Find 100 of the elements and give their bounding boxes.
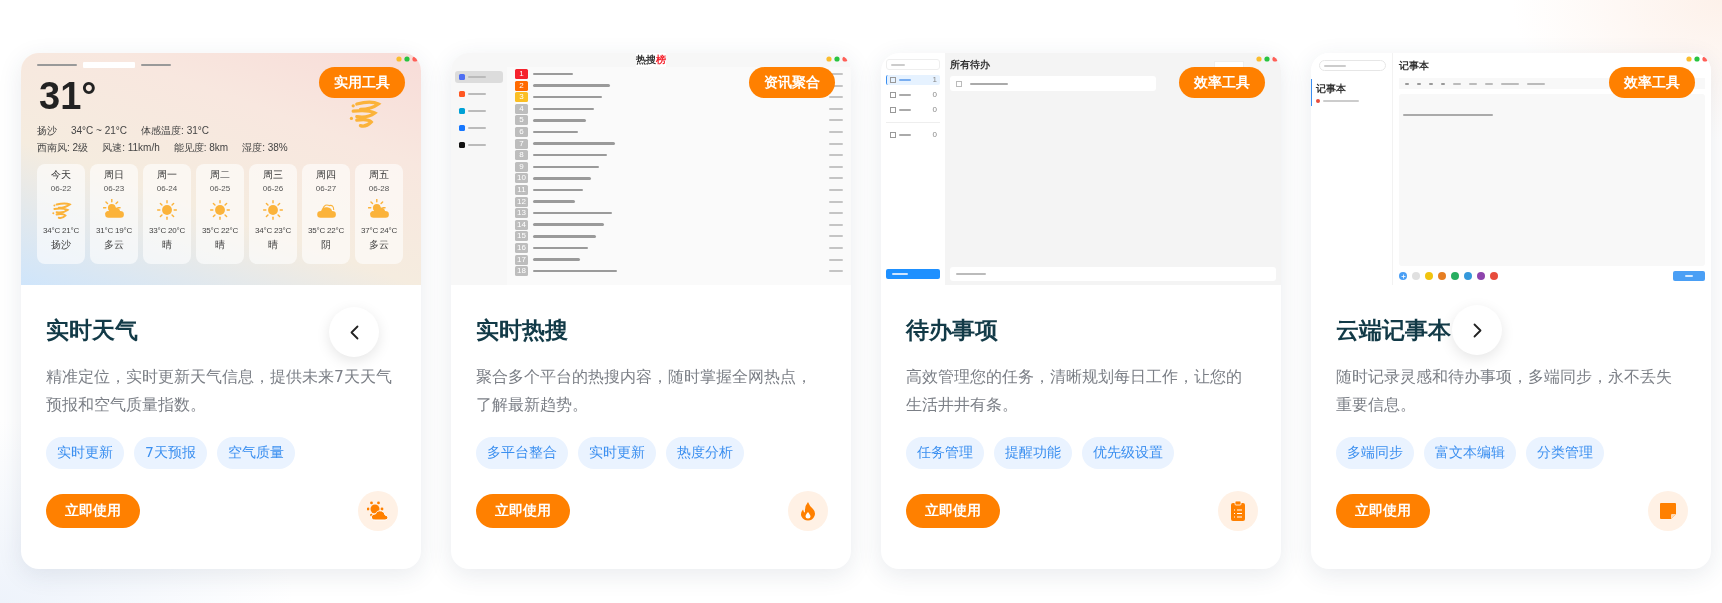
use-now-button[interactable]: 立即使用 [476,494,570,528]
blurred-text-line [892,273,908,275]
blurred-text-line [970,82,1008,85]
feature-tag: 多平台整合 [476,437,568,469]
list-item[interactable]: 0 [886,105,940,115]
rank-badge: 16 [515,242,528,253]
category-badge: 效率工具 [1609,67,1695,98]
blurred-text-line [1501,82,1519,85]
card-title: 实时热搜 [476,316,568,345]
flame-icon [800,501,816,521]
color-swatch[interactable] [1451,272,1459,280]
card-description: 随时记录灵感和待办事项，多端同步，永不丢失重要信息。 [1336,367,1673,416]
forecast-day: 今天 [51,169,71,181]
sun-icon [262,199,284,221]
clipboard-icon [1230,500,1246,522]
note-title: 记事本 [1316,82,1347,96]
blurred-text-line [468,93,486,95]
note-item[interactable]: 记事本 [1311,79,1392,106]
blurred-text-line [37,64,77,66]
window-title: 热搜榜 [636,53,666,67]
blurred-text-line [899,134,911,136]
feature-tag: 实时更新 [578,437,656,469]
color-swatch[interactable] [1412,272,1420,280]
blurred-text-line [1429,82,1433,85]
blurred-text-line [829,154,843,157]
forecast-temps: 34°C 23°C [254,226,292,236]
color-swatch[interactable] [1438,272,1446,280]
search-field[interactable] [83,62,135,68]
blurred-text-line [533,200,575,203]
window-controls-icon [396,56,418,62]
forecast-condition: 晴 [215,239,225,251]
rank-badge: 14 [515,219,528,230]
weather-detail: 扬沙 [37,125,57,137]
forecast-temps: 37°C 24°C [360,226,398,236]
rank-badge: 1 [515,69,528,79]
blurred-text-line [956,273,986,275]
list-item[interactable]: 0 [886,130,940,140]
list-item[interactable]: 1 [886,75,940,85]
rank-badge: 2 [515,80,528,91]
weather-detail: 34°C ~ 21°C [71,125,128,137]
blurred-text-line [1485,82,1493,85]
task-row[interactable] [950,76,1156,91]
blurred-text-line [468,76,486,78]
blurred-text-line [829,165,843,168]
app-title: 记事本 [1399,59,1429,73]
save-button[interactable] [1673,271,1705,281]
color-swatch[interactable] [1477,272,1485,280]
blurred-text-line [829,246,843,249]
blurred-text-line [829,258,843,261]
use-now-button[interactable]: 立即使用 [1336,494,1430,528]
weather-detail: 西南风: 2级 [37,142,89,154]
blurred-text-line [1417,82,1421,85]
task-input-field[interactable] [950,267,1276,281]
cloud-icon [103,199,125,221]
card-title: 待办事项 [906,316,998,345]
card-description: 高效管理您的任务，清晰规划每日工作，让您的生活井井有条。 [906,367,1243,416]
blurred-text-line [533,188,583,192]
chevron-right-icon [1472,322,1482,338]
sun-icon [156,199,178,221]
color-swatch[interactable] [1464,272,1472,280]
forecast-date: 06-26 [262,184,284,194]
use-now-button[interactable]: 立即使用 [906,494,1000,528]
add-color-button[interactable] [1399,272,1407,280]
blurred-text-line [533,107,594,111]
forecast-condition: 晴 [162,239,172,251]
color-swatch[interactable] [1425,272,1433,280]
rank-badge: 10 [515,173,528,184]
wind-icon [50,199,72,221]
list-item[interactable]: 0 [886,90,940,100]
card-description: 精准定位，实时更新天气信息，提供未来7天天气预报和空气质量指数。 [46,367,393,416]
weather-detail: 体感温度: 31°C [141,125,209,137]
forecast-date: 06-24 [156,184,178,194]
category-badge: 资讯聚合 [749,67,835,98]
forecast-day: 周日 [104,169,124,181]
list-count: 0 [932,105,937,115]
list-count: 0 [932,130,937,140]
feature-tag: 7天预报 [134,437,207,469]
feature-tag: 富文本编辑 [1424,437,1516,469]
list-count: 0 [932,90,937,100]
forecast-date: 06-27 [315,184,337,194]
category-badge: 效率工具 [1179,67,1265,98]
window-controls-icon [826,56,848,62]
blurred-text-line [533,130,578,134]
window-controls-icon [1256,56,1278,62]
new-list-button[interactable] [886,269,940,279]
forecast-temps: 35°C 22°C [201,226,239,236]
blurred-text-line [829,177,843,180]
blurred-text-line [533,95,602,99]
search-field[interactable] [886,59,940,70]
forecast-temps: 35°C 22°C [307,226,345,236]
blurred-text-line [829,142,843,145]
feature-tag: 热度分析 [666,437,744,469]
color-swatch[interactable] [1490,272,1498,280]
blurred-text-line [899,94,911,96]
blurred-text-line [829,270,843,273]
temperature: 31° [39,77,97,115]
rank-badge: 18 [515,266,528,277]
use-now-button[interactable]: 立即使用 [46,494,140,528]
forecast-temps: 34°C 21°C [42,226,80,236]
forecast-day: 周三 [263,169,283,181]
